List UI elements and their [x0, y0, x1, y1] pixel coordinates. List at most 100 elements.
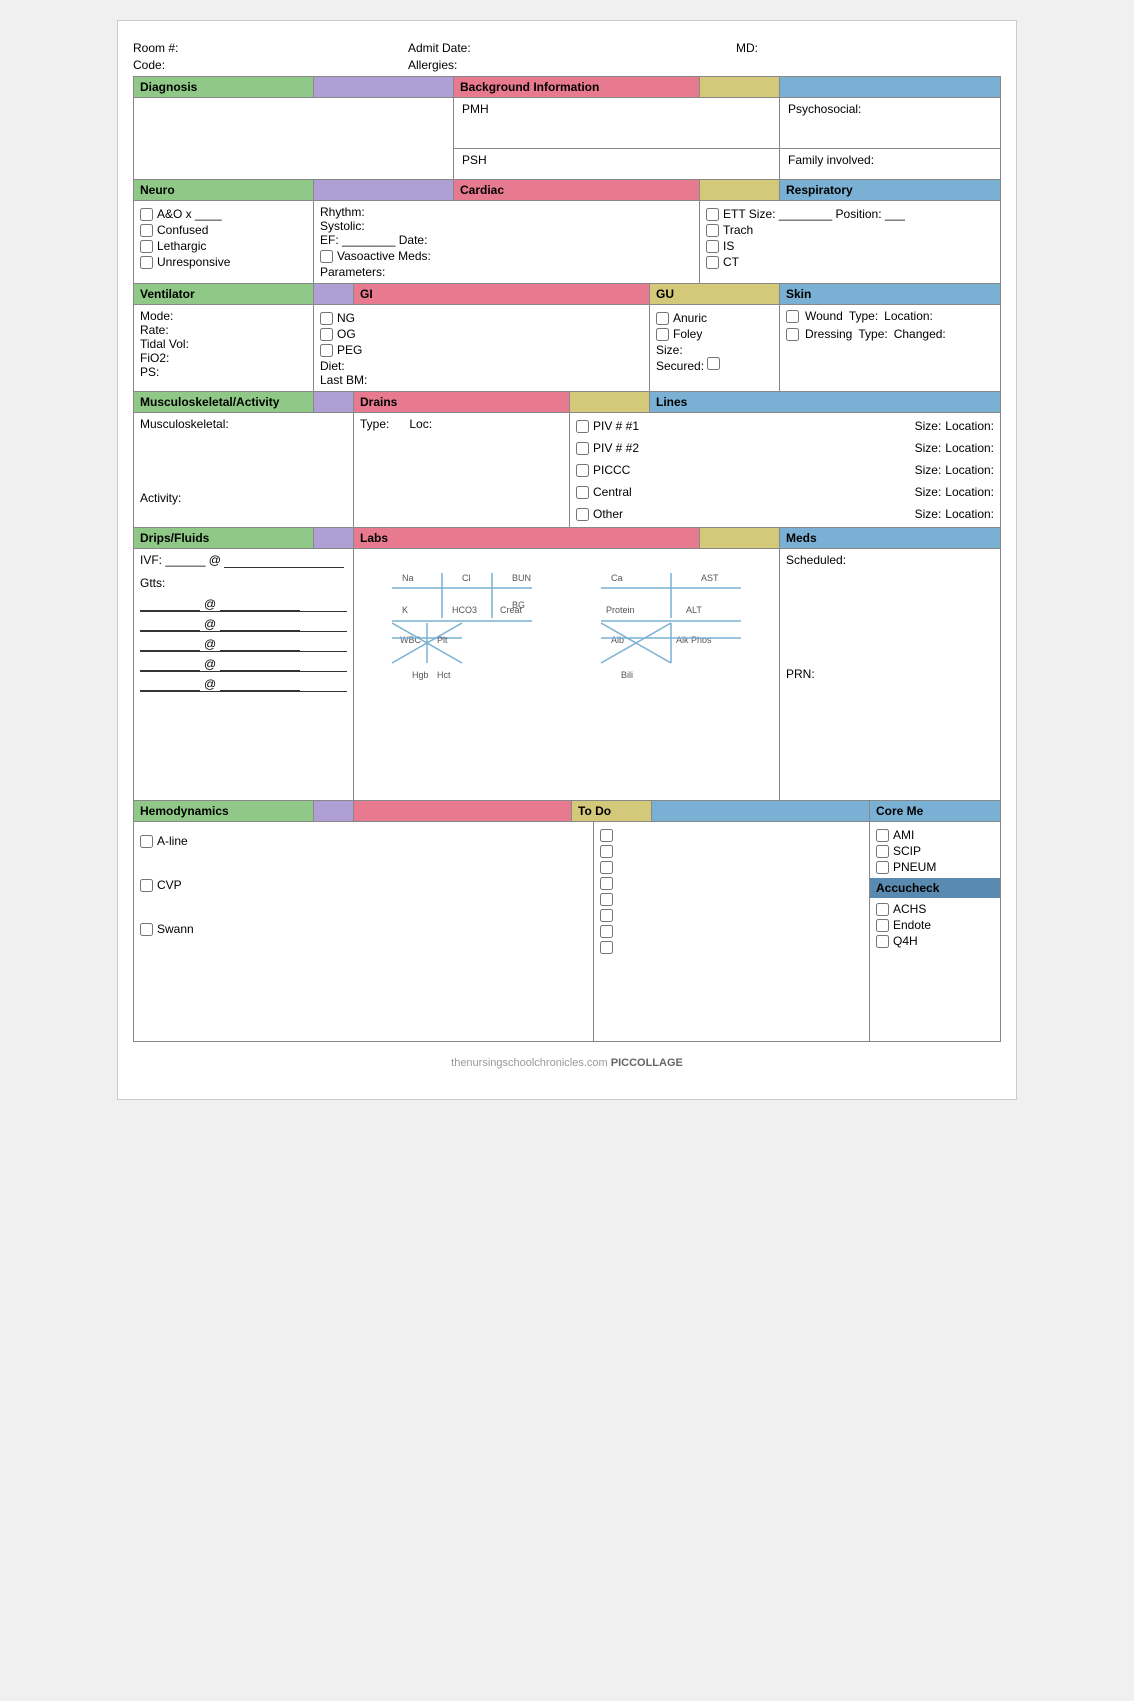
other-checkbox[interactable] [576, 508, 589, 521]
ett-item: ETT Size: ________ Position: ___ [706, 207, 994, 221]
gtts-line-1: @ [140, 596, 347, 612]
central-loc: Location: [945, 485, 994, 499]
todo-checkbox-5[interactable] [600, 893, 613, 906]
other-size: Size: [915, 507, 942, 521]
code-label: Code: [133, 58, 165, 72]
ventilator-content: Mode: Rate: Tidal Vol: FiO2: PS: [134, 305, 314, 391]
aox-checkbox[interactable] [140, 208, 153, 221]
todo-checkbox-4[interactable] [600, 877, 613, 890]
todo-checkbox-2[interactable] [600, 845, 613, 858]
neuro-content: A&O x ____ Confused Lethargic Unresponsi… [134, 201, 314, 283]
hemo-pink [354, 801, 572, 821]
aline-checkbox[interactable] [140, 835, 153, 848]
todo-1 [600, 829, 863, 842]
swann-checkbox[interactable] [140, 923, 153, 936]
neuro-header: Neuro [134, 180, 314, 200]
hemodynamics-header: Hemodynamics [134, 801, 314, 821]
cvp-item: CVP [140, 878, 587, 892]
piv2-checkbox[interactable] [576, 442, 589, 455]
central-checkbox[interactable] [576, 486, 589, 499]
trach-item: Trach [706, 223, 994, 237]
dressing-label: Dressing [805, 327, 852, 341]
meds-content: Scheduled: PRN: [780, 549, 1000, 800]
achs-item: ACHS [876, 902, 994, 916]
piv2-loc: Location: [945, 441, 994, 455]
dressing-checkbox[interactable] [786, 328, 799, 341]
parameters-row: Parameters: [320, 265, 693, 279]
vasoactive-row: Vasoactive Meds: [320, 249, 693, 263]
foley-checkbox[interactable] [656, 328, 669, 341]
todo-checkbox-3[interactable] [600, 861, 613, 874]
wound-checkbox[interactable] [786, 310, 799, 323]
vasoactive-checkbox[interactable] [320, 250, 333, 263]
other-item: Other [576, 507, 911, 521]
background-yellow [700, 77, 780, 97]
scip-item: SCIP [876, 844, 994, 858]
todo-checkbox-7[interactable] [600, 925, 613, 938]
anuric-checkbox[interactable] [656, 312, 669, 325]
other-loc: Location: [945, 507, 994, 521]
svg-text:Protein: Protein [606, 605, 635, 615]
admit-label: Admit Date: [408, 41, 471, 55]
ami-item: AMI [876, 828, 994, 842]
gi-header: GI [354, 284, 650, 304]
og-checkbox[interactable] [320, 328, 333, 341]
trach-checkbox[interactable] [706, 224, 719, 237]
gu-header: GU [650, 284, 780, 304]
q4h-checkbox[interactable] [876, 935, 889, 948]
achs-checkbox[interactable] [876, 903, 889, 916]
meds-header: Meds [780, 528, 1000, 548]
ami-checkbox[interactable] [876, 829, 889, 842]
diagnosis-header: Diagnosis [134, 77, 314, 97]
pneum-checkbox[interactable] [876, 861, 889, 874]
cvp-label: CVP [157, 878, 182, 892]
unresponsive-label: Unresponsive [157, 255, 230, 269]
family-area: Family involved: [780, 148, 1000, 171]
lines-grid: PIV # #1 Size: Location: PIV # #2 Size: … [576, 417, 994, 523]
room-field: Room #: [133, 41, 398, 55]
cvp-checkbox[interactable] [140, 879, 153, 892]
ng-checkbox[interactable] [320, 312, 333, 325]
unresponsive-checkbox[interactable] [140, 256, 153, 269]
neuro-header-row: Neuro Cardiac Respiratory [133, 180, 1001, 201]
peg-checkbox[interactable] [320, 344, 333, 357]
is-checkbox[interactable] [706, 240, 719, 253]
lab-panel-left: Na Cl BUN K HCO3 Creat B [382, 563, 542, 786]
labs-diagrams: Na Cl BUN K HCO3 Creat B [358, 553, 775, 796]
scip-checkbox[interactable] [876, 845, 889, 858]
ef-row: EF: ________ Date: [320, 233, 693, 247]
ami-label: AMI [893, 828, 914, 842]
vent-purple [314, 284, 354, 304]
labs-yellow [700, 528, 780, 548]
room-label: Room #: [133, 41, 178, 55]
lethargic-checkbox[interactable] [140, 240, 153, 253]
allergies-label: Allergies: [408, 58, 457, 72]
todo-2 [600, 845, 863, 858]
trach-label: Trach [723, 223, 753, 237]
accucheck-header: Accucheck [870, 878, 1000, 898]
todo-5 [600, 893, 863, 906]
cardiac-header: Cardiac [454, 180, 700, 200]
ct-checkbox[interactable] [706, 256, 719, 269]
vent-header-row: Ventilator GI GU Skin [133, 284, 1001, 305]
q4h-item: Q4H [876, 934, 994, 948]
hemo-todo-coreme-content: A-line CVP Swann AMI [133, 822, 1001, 1042]
piccc-checkbox[interactable] [576, 464, 589, 477]
endote-checkbox[interactable] [876, 919, 889, 932]
psych-family-area: Psychosocial: Family involved: [780, 98, 1000, 179]
secured-checkbox[interactable] [707, 357, 720, 370]
hemo-purple [314, 801, 354, 821]
ps-row: PS: [140, 365, 307, 379]
wound-label: Wound [805, 309, 843, 323]
todo-checkbox-8[interactable] [600, 941, 613, 954]
wound-row: Wound Type: Location: [786, 309, 994, 323]
svg-text:K: K [402, 605, 408, 615]
lethargic-label: Lethargic [157, 239, 206, 253]
msk-drains-lines-content: Musculoskeletal: Activity: Type: Loc: PI… [133, 413, 1001, 528]
confused-checkbox[interactable] [140, 224, 153, 237]
piv1-checkbox[interactable] [576, 420, 589, 433]
ett-checkbox[interactable] [706, 208, 719, 221]
todo-checkbox-1[interactable] [600, 829, 613, 842]
todo-checkbox-6[interactable] [600, 909, 613, 922]
drains-content: Type: Loc: [354, 413, 570, 527]
